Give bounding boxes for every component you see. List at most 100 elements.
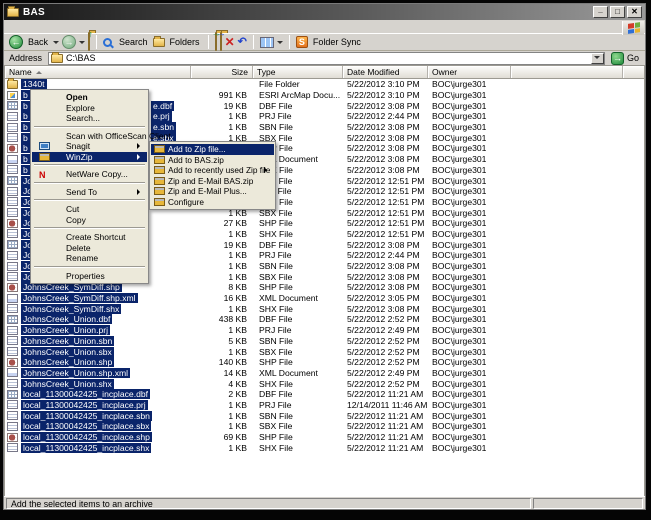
file-size: 4 KB (191, 379, 253, 389)
winzip-icon (154, 166, 165, 174)
winzip-submenu-item[interactable]: Zip and E-Mail BAS.zip (151, 176, 274, 187)
go-button[interactable]: Go (605, 52, 643, 65)
winzip-submenu-item[interactable]: Zip and E-Mail Plus... (151, 186, 274, 197)
file-owner: BOC\jurge301 (428, 314, 511, 324)
file-size: 5 KB (191, 336, 253, 346)
file-row[interactable]: JohnsCreek_Union.sbx 1 KB SBX File 5/22/… (5, 346, 644, 357)
close-icon[interactable] (627, 6, 642, 18)
minimize-icon[interactable] (593, 6, 608, 18)
dbf-icon (7, 240, 18, 249)
back-dropdown-icon[interactable] (53, 41, 59, 47)
folder-sync-icon[interactable] (296, 36, 308, 48)
column-header-date-modified[interactable]: Date Modified (343, 66, 428, 78)
file-row[interactable]: local_11300042425_incplace.prj 1 KB PRJ … (5, 400, 644, 411)
toolbar-separator (253, 35, 254, 49)
file-type: PRJ File (253, 111, 343, 121)
file-owner: BOC\jurge301 (428, 443, 511, 453)
file-date-modified: 5/22/2012 3:08 PM (343, 261, 428, 271)
column-header-blank[interactable] (511, 66, 623, 78)
context-menu-item[interactable]: Copy (32, 215, 147, 226)
winzip-icon (39, 153, 50, 161)
context-menu-item[interactable]: Create Shortcut (32, 232, 147, 243)
file-name: local_11300042425_incplace.sbn (21, 411, 152, 421)
file-date-modified: 5/22/2012 3:08 PM (343, 282, 428, 292)
doc-icon (7, 304, 18, 313)
title-bar[interactable]: BAS (4, 4, 645, 20)
file-type: File Folder (253, 79, 343, 89)
file-size: 1 KB (191, 443, 253, 453)
file-row[interactable]: JohnsCreek_SymDiff.shp.xml 16 KB XML Doc… (5, 293, 644, 304)
file-name: local_11300042425_incplace.dbf (21, 389, 150, 399)
netware-icon (39, 170, 50, 178)
back-button[interactable]: Back (28, 37, 48, 47)
file-row[interactable]: JohnsCreek_Union.shp.xml 14 KB XML Docum… (5, 368, 644, 379)
context-menu-item[interactable]: Open (32, 92, 147, 103)
views-dropdown-icon[interactable] (277, 41, 283, 47)
address-input[interactable]: C:\BAS (48, 52, 605, 65)
file-name: local_11300042425_incplace.shp (21, 432, 152, 442)
file-type: DBF File (253, 314, 343, 324)
search-icon[interactable] (103, 38, 112, 47)
context-menu-item[interactable]: WinZip (32, 152, 147, 163)
column-header-owner[interactable]: Owner (428, 66, 511, 78)
xml-icon (7, 368, 18, 377)
dbf-icon (7, 390, 18, 399)
shp-icon (7, 219, 18, 228)
column-header-type[interactable]: Type (253, 66, 343, 78)
folders-button[interactable]: Folders (170, 37, 200, 47)
file-row[interactable]: local_11300042425_incplace.sbx 1 KB SBX … (5, 421, 644, 432)
context-menu-item[interactable]: Cut (32, 204, 147, 215)
file-date-modified: 5/22/2012 12:51 PM (343, 186, 428, 196)
file-type: XML Document (253, 293, 343, 303)
context-menu-item[interactable]: Search... (32, 113, 147, 124)
file-row[interactable]: JohnsCreek_Union.dbf 438 KB DBF File 5/2… (5, 314, 644, 325)
column-header-size[interactable]: Size (191, 66, 253, 78)
winzip-submenu-item[interactable]: Add to recently used Zip file (151, 165, 274, 176)
context-menu-item[interactable]: Send To (32, 187, 147, 198)
folders-icon[interactable] (153, 38, 165, 47)
winzip-submenu-item[interactable]: Add to Zip file... (151, 144, 274, 155)
folder-icon (51, 54, 63, 63)
search-button[interactable]: Search (119, 37, 148, 47)
maximize-icon[interactable] (610, 6, 625, 18)
context-menu-item[interactable]: Delete (32, 243, 147, 254)
file-type: SBN File (253, 261, 343, 271)
file-date-modified: 5/22/2012 12:51 PM (343, 218, 428, 228)
folder-sync-button[interactable]: Folder Sync (313, 37, 361, 47)
undo-icon[interactable]: ↶ (238, 37, 247, 48)
winzip-submenu-item[interactable]: Add to BAS.zip (151, 155, 274, 166)
file-row[interactable]: JohnsCreek_Union.prj 1 KB PRJ File 5/22/… (5, 325, 644, 336)
context-menu-item[interactable]: Rename (32, 253, 147, 264)
context-menu-item[interactable]: Snagit (32, 141, 147, 152)
file-row[interactable]: local_11300042425_incplace.shx 1 KB SHX … (5, 442, 644, 453)
forward-dropdown-icon[interactable] (79, 41, 85, 47)
context-menu-item[interactable]: Scan with OfficeScan Client (32, 131, 147, 142)
column-header-name[interactable]: Name (5, 66, 191, 78)
copy-to-icon[interactable] (220, 33, 222, 51)
context-menu-item[interactable]: Explore (32, 103, 147, 114)
file-date-modified: 5/22/2012 2:44 PM (343, 250, 428, 260)
file-row[interactable]: JohnsCreek_Union.sbn 5 KB SBN File 5/22/… (5, 336, 644, 347)
file-row[interactable]: local_11300042425_incplace.sbn 1 KB SBN … (5, 410, 644, 421)
file-size: 27 KB (191, 218, 253, 228)
file-row[interactable]: JohnsCreek_Union.shp 140 KB SHP File 5/2… (5, 357, 644, 368)
menu-bar (4, 20, 645, 34)
winzip-submenu-item[interactable]: Configure (151, 197, 274, 208)
file-row[interactable]: JohnsCreek_SymDiff.shx 1 KB SHX File 5/2… (5, 303, 644, 314)
forward-icon[interactable] (62, 35, 76, 49)
up-button[interactable] (88, 33, 90, 51)
address-dropdown-icon[interactable] (591, 53, 604, 64)
delete-icon[interactable]: ✕ (225, 36, 235, 48)
file-row[interactable]: JohnsCreek_Union.shx 4 KB SHX File 5/22/… (5, 378, 644, 389)
file-date-modified: 5/22/2012 11:21 AM (343, 443, 428, 453)
file-row[interactable]: local_11300042425_incplace.dbf 2 KB DBF … (5, 389, 644, 400)
file-date-modified: 5/22/2012 3:05 PM (343, 293, 428, 303)
views-icon[interactable] (260, 37, 274, 48)
file-row[interactable]: local_11300042425_incplace.shp 69 KB SHP… (5, 432, 644, 443)
windows-logo-icon (622, 21, 644, 35)
file-name: b (21, 133, 30, 143)
back-icon[interactable] (9, 35, 23, 49)
context-menu-item[interactable]: Properties (32, 271, 147, 282)
winzip-icon (154, 156, 165, 164)
context-menu-item[interactable]: NetWare Copy... (32, 169, 147, 180)
